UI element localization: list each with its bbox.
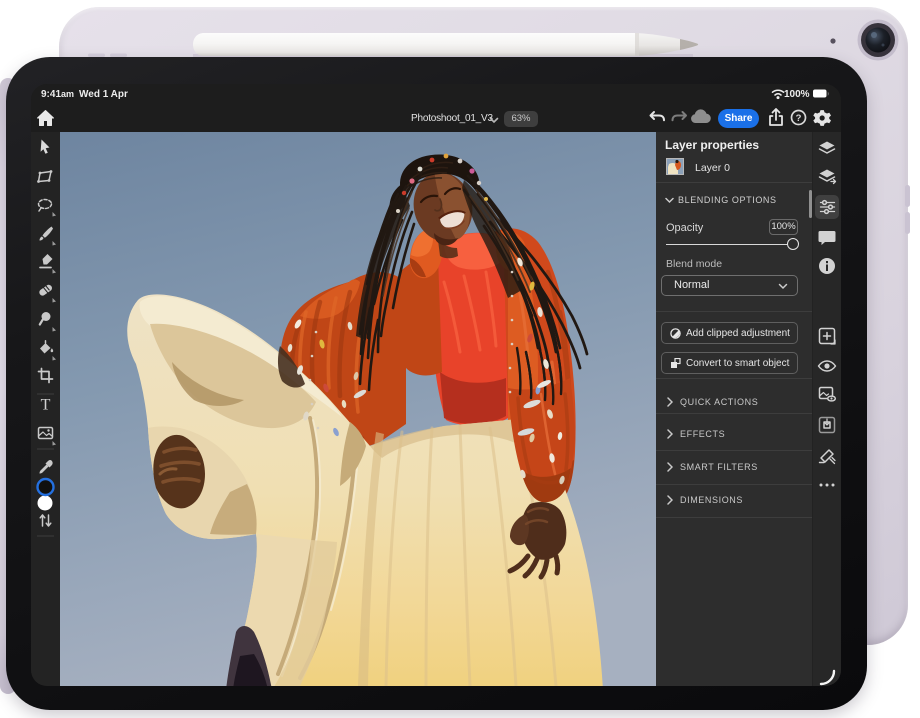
svg-text:T: T xyxy=(41,397,51,414)
svg-text:?: ? xyxy=(796,113,802,124)
